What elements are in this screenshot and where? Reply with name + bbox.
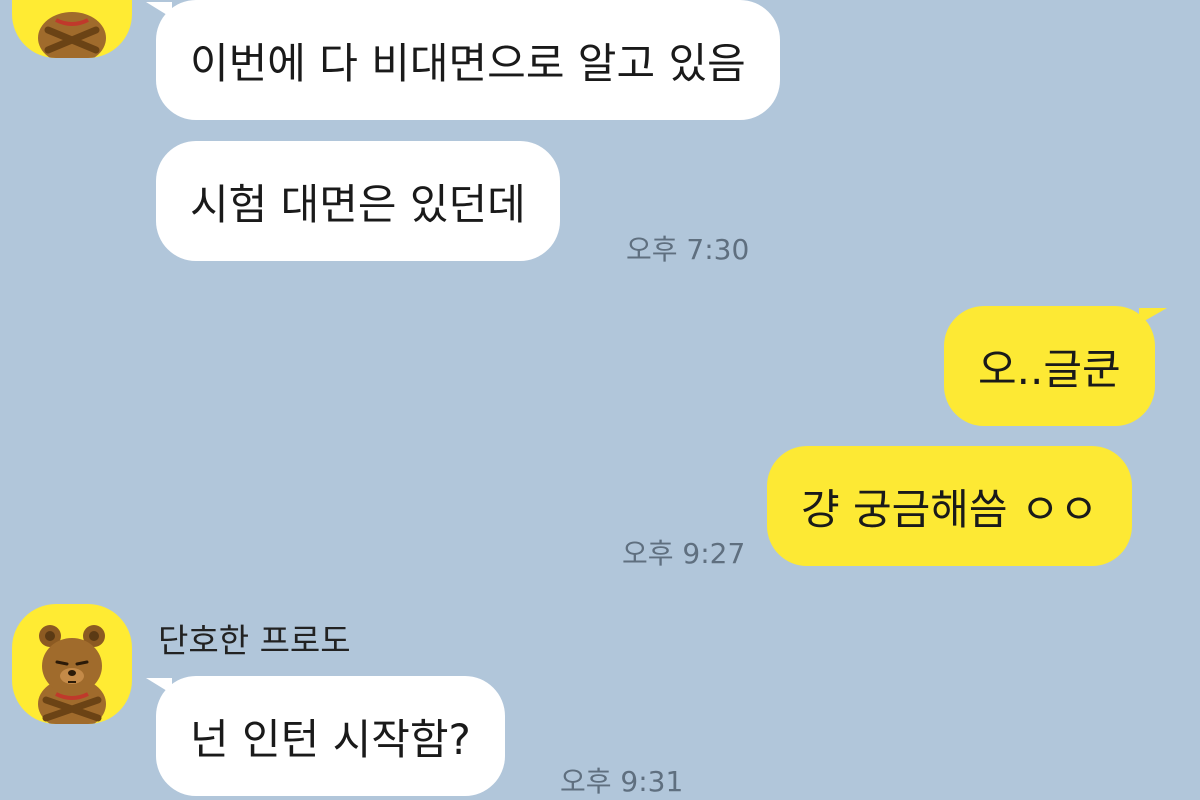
message-text: 넌 인턴 시작함?: [190, 714, 471, 764]
message-time: 오후 9:31: [560, 765, 684, 798]
message-text: 걍 궁금해씀 ㅇㅇ: [801, 484, 1099, 534]
message-bubble[interactable]: 오..글쿤: [944, 306, 1167, 426]
message-bubble[interactable]: 이번에 다 비대면으로 알고 있음: [146, 0, 780, 120]
message-text: 이번에 다 비대면으로 알고 있음: [190, 38, 746, 88]
message-time: 오후 7:30: [626, 233, 750, 266]
avatar[interactable]: [12, 0, 132, 58]
message-text: 시험 대면은 있던데: [190, 179, 526, 229]
frodo-bear-icon: [38, 12, 106, 58]
sender-name: 단호한 프로도: [158, 621, 351, 660]
message-time: 오후 9:27: [622, 537, 746, 570]
message-bubble[interactable]: 시험 대면은 있던데: [156, 141, 560, 261]
message-text: 오..글쿤: [978, 344, 1121, 394]
chat-room[interactable]: 이번에 다 비대면으로 알고 있음 시험 대면은 있던데 오후 7:30 오..…: [0, 0, 1200, 800]
message-bubble[interactable]: 넌 인턴 시작함?: [146, 676, 505, 796]
frodo-bear-icon: [38, 625, 106, 724]
avatar[interactable]: [12, 604, 132, 724]
message-bubble[interactable]: 걍 궁금해씀 ㅇㅇ: [767, 446, 1133, 566]
